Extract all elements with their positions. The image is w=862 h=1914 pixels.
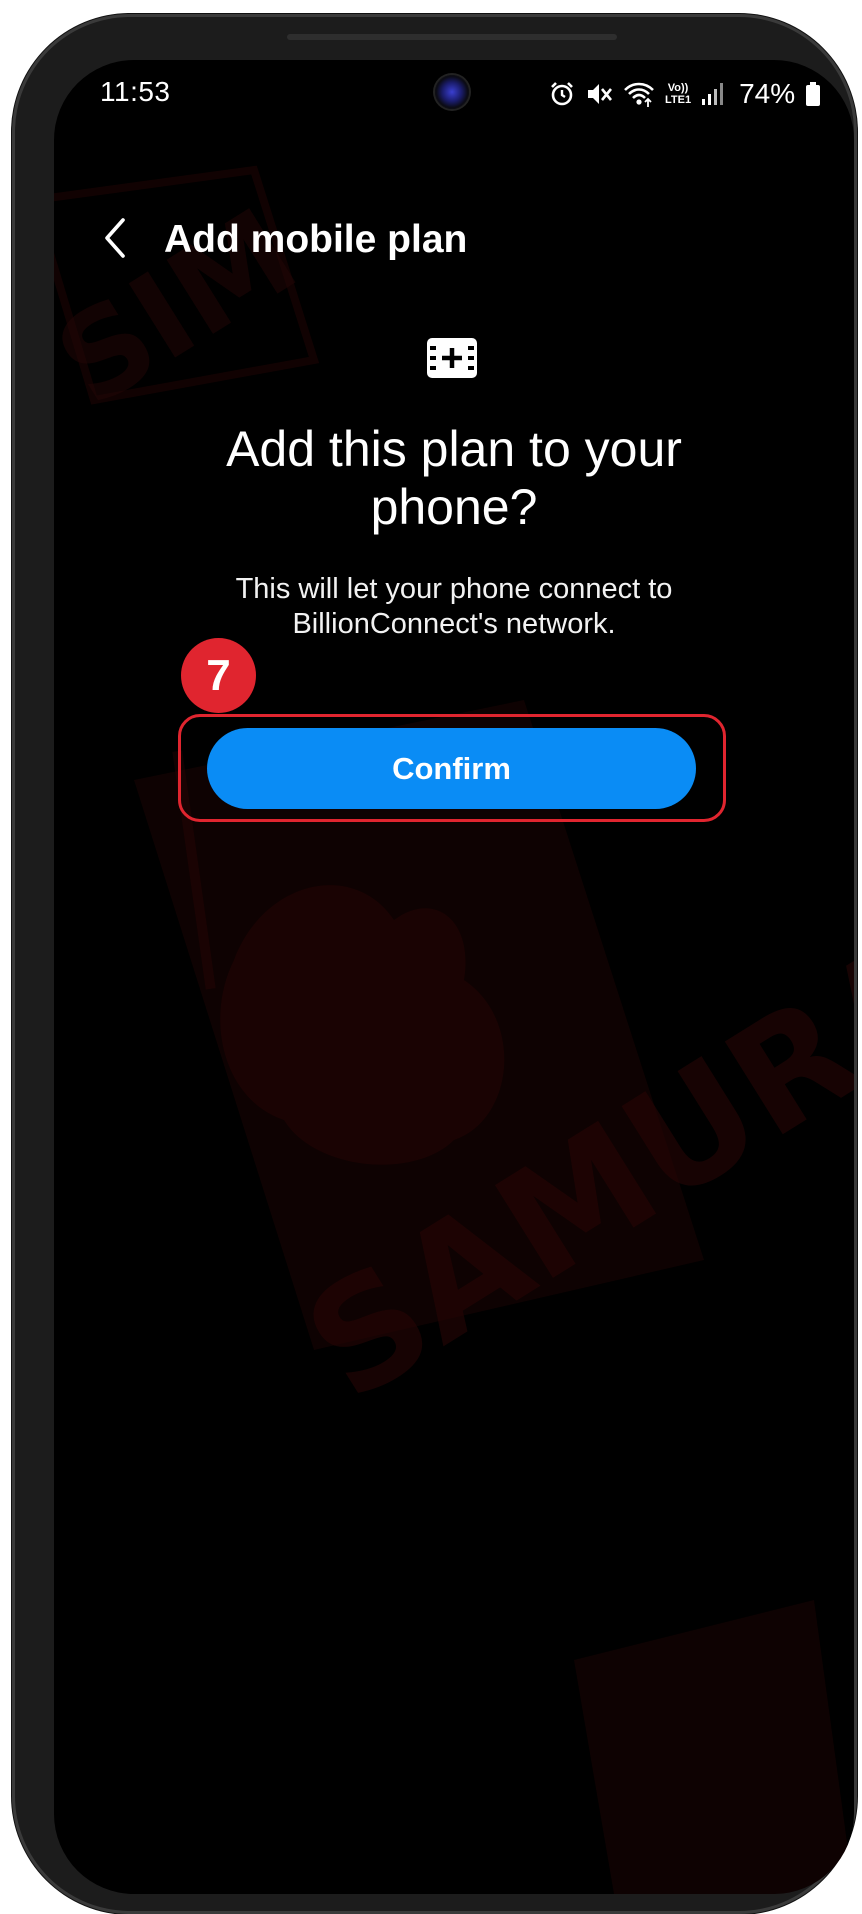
mute-icon (588, 84, 613, 104)
signal-icon (702, 83, 724, 105)
wifi-icon (624, 82, 654, 107)
alarm-icon (551, 82, 573, 106)
phone-screen: SAMURAI SIM SIM 11:53 (54, 60, 854, 1894)
dialog-description: This will let your phone connect to Bill… (54, 572, 854, 642)
app-header: Add mobile plan (54, 210, 854, 270)
heading-line-1: Add this plan to your (226, 421, 682, 477)
back-button[interactable] (90, 212, 140, 264)
status-icons: Vo)) LTE1 74% (549, 78, 821, 110)
chevron-left-icon (105, 218, 125, 258)
battery-percent: 74% (739, 78, 796, 109)
battery-icon (806, 82, 821, 106)
heading-line-2: phone? (370, 479, 538, 535)
description-line-1: This will let your phone connect to (235, 573, 673, 605)
sim-add-icon (427, 338, 477, 378)
front-camera (435, 75, 469, 109)
volte-icon: Vo)) LTE1 (665, 82, 692, 106)
confirm-button[interactable]: Confirm (207, 728, 696, 809)
page-title: Add mobile plan (164, 218, 468, 261)
step-number-badge: 7 (181, 638, 256, 713)
phone-top-edge (287, 34, 617, 40)
watermark-logo: SAMURAI SIM SIM (54, 165, 854, 1894)
dialog-heading: Add this plan to your phone? (54, 420, 854, 536)
status-bar: 11:53 Vo)) LTE1 74% (54, 60, 854, 140)
description-line-2: BillionConnect's network. (292, 608, 616, 640)
phone-frame: SAMURAI SIM SIM 11:53 (12, 14, 857, 1914)
status-time: 11:53 (100, 76, 171, 107)
